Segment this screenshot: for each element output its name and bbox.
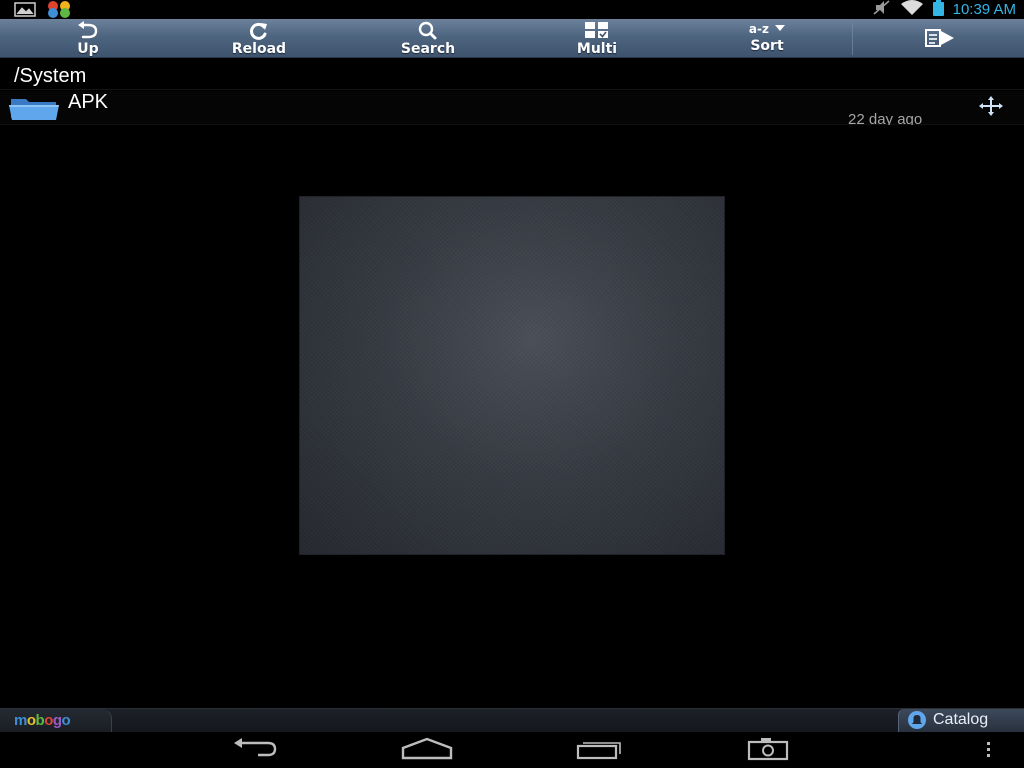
up-button[interactable]: Up — [28, 19, 148, 57]
toolbar-more-button[interactable] — [905, 19, 975, 57]
sort-order-text: a-z — [748, 22, 769, 36]
mobogo-logo-letter: o — [44, 712, 53, 729]
catalog-bell-icon — [907, 711, 927, 733]
wifi-icon — [900, 0, 924, 20]
mobogo-logo: mobogo — [14, 710, 71, 732]
up-arrow-icon — [78, 21, 98, 39]
status-bar: 10:39 AM — [0, 0, 1024, 19]
status-tray: 10:39 AM — [873, 0, 1016, 19]
mobogo-logo-letter: m — [14, 712, 27, 729]
up-label: Up — [77, 41, 99, 57]
mobogo-tab[interactable]: mobogo — [0, 709, 112, 732]
back-icon[interactable] — [230, 736, 280, 766]
ad-catalog-bar: mobogo Catalog — [0, 708, 1024, 732]
sort-label: Sort — [750, 38, 784, 54]
move-handle-icon[interactable] — [976, 96, 1006, 120]
path-bar: /System — [0, 60, 1024, 90]
file-modified-date: 22 day ago — [848, 111, 923, 125]
reload-button[interactable]: Reload — [199, 19, 319, 57]
system-nav-bar — [0, 732, 1024, 768]
file-row-apk[interactable]: APK 22 day ago — [0, 91, 1024, 125]
properties-arrow-icon — [925, 29, 954, 47]
catalog-button[interactable]: Catalog — [898, 709, 1024, 732]
chevron-down-icon — [775, 25, 786, 31]
mobogo-logo-letter: o — [26, 712, 36, 729]
search-button[interactable]: Search — [368, 19, 488, 57]
multi-select-button[interactable]: Multi — [537, 19, 657, 57]
toolbar: Up Reload Search Multi a-z Sort — [0, 19, 1024, 58]
overflow-menu-icon[interactable] — [983, 740, 995, 764]
toolbar-divider — [852, 23, 853, 55]
home-icon[interactable] — [400, 736, 454, 766]
search-label: Search — [400, 41, 456, 57]
clock: 10:39 AM — [952, 1, 1016, 18]
multi-label: Multi — [576, 41, 618, 57]
mobogo-logo-letter: g — [52, 712, 62, 729]
search-icon — [418, 21, 437, 40]
file-manager-screen: 10:39 AM Up Reload Search Multi a-z Sort… — [0, 0, 1024, 768]
recent-apps-icon[interactable] — [574, 736, 624, 766]
reload-icon — [250, 22, 267, 40]
mobogo-logo-letter: b — [35, 712, 45, 729]
current-path: /System — [14, 65, 87, 87]
reload-label: Reload — [231, 41, 287, 57]
catalog-label: Catalog — [933, 711, 989, 728]
screenshot-icon[interactable] — [745, 736, 791, 766]
file-list: APK 22 day ago — [0, 91, 1024, 125]
folder-icon — [8, 96, 60, 124]
preview-panel — [299, 196, 725, 555]
mobogo-logo-letter: o — [61, 712, 71, 729]
mute-icon — [873, 0, 891, 19]
sort-order-indicator: a-z — [707, 19, 827, 38]
sort-button[interactable]: a-z Sort — [707, 19, 827, 57]
multi-select-icon — [585, 22, 608, 38]
file-name: APK — [68, 91, 109, 113]
battery-icon — [932, 0, 944, 20]
